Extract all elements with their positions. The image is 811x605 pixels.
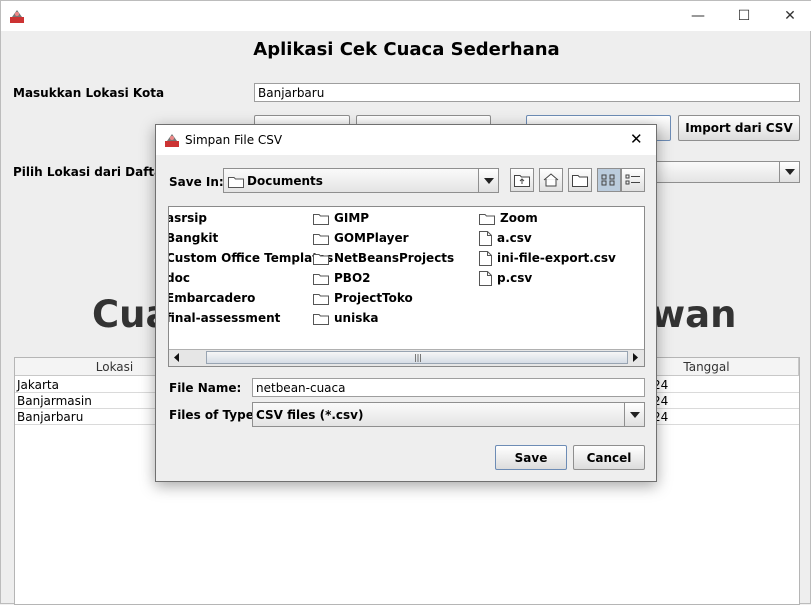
list-item[interactable]: NetBeansProjects bbox=[313, 248, 473, 268]
list-item[interactable]: GOMPlayer bbox=[313, 228, 473, 248]
save-in-value: Documents bbox=[247, 174, 323, 188]
file-name: Bangkit bbox=[168, 231, 219, 245]
scroll-left-icon[interactable] bbox=[171, 352, 182, 363]
cell-lokasi: Jakarta bbox=[17, 378, 59, 392]
file-name: doc bbox=[168, 271, 190, 285]
home-icon[interactable] bbox=[539, 168, 563, 192]
city-label: Masukkan Lokasi Kota bbox=[13, 86, 165, 100]
list-view-icon[interactable] bbox=[597, 168, 621, 192]
file-column-2: GIMP GOMPlayer NetBeansProjects PBO2 Pro… bbox=[313, 208, 473, 328]
file-name: PBO2 bbox=[334, 271, 371, 285]
file-column-3: Zoom a.csv ini-file-export.csv p.csv bbox=[479, 208, 639, 288]
folder-icon bbox=[313, 213, 329, 225]
app-title: Aplikasi Cek Cuaca Sederhana bbox=[253, 39, 560, 60]
horizontal-scrollbar[interactable] bbox=[169, 349, 644, 366]
save-in-dropdown[interactable]: Documents bbox=[223, 168, 499, 193]
import-csv-button[interactable]: Import dari CSV bbox=[678, 115, 800, 141]
scroll-right-icon[interactable] bbox=[630, 352, 641, 363]
file-name: NetBeansProjects bbox=[334, 251, 455, 265]
file-name: Zoom bbox=[500, 211, 538, 225]
list-item[interactable]: final-assessment bbox=[168, 308, 316, 328]
folder-icon bbox=[313, 313, 329, 325]
list-item[interactable]: GIMP bbox=[313, 208, 473, 228]
list-item[interactable]: p.csv bbox=[479, 268, 639, 288]
list-item[interactable]: Bangkit bbox=[168, 228, 316, 248]
dialog-title-bar: Simpan File CSV ✕ bbox=[156, 125, 656, 155]
title-bar: — ☐ ✕ bbox=[1, 1, 811, 31]
file-type-value: CSV files (*.csv) bbox=[256, 408, 364, 422]
maximize-button[interactable]: ☐ bbox=[721, 1, 767, 31]
file-name: asrsip bbox=[168, 211, 208, 225]
file-icon bbox=[479, 270, 492, 286]
cell-lokasi: Banjarbaru bbox=[17, 410, 84, 424]
close-button[interactable]: ✕ bbox=[767, 1, 811, 31]
list-item[interactable]: PBO2 bbox=[313, 268, 473, 288]
folder-icon bbox=[313, 293, 329, 305]
file-list[interactable]: asrsip Bangkit Custom Office Templates d… bbox=[168, 206, 645, 367]
cell-lokasi: Banjarmasin bbox=[17, 394, 92, 408]
file-icon bbox=[479, 250, 492, 266]
save-button[interactable]: Save bbox=[495, 445, 567, 470]
file-name: a.csv bbox=[497, 231, 532, 245]
folder-icon bbox=[313, 253, 329, 265]
file-icon bbox=[479, 230, 492, 246]
folder-icon bbox=[479, 213, 495, 225]
file-name: ProjectToko bbox=[334, 291, 413, 305]
list-item[interactable]: ini-file-export.csv bbox=[479, 248, 639, 268]
file-column-1: asrsip Bangkit Custom Office Templates d… bbox=[168, 208, 333, 328]
cancel-button[interactable]: Cancel bbox=[573, 445, 645, 470]
new-folder-icon[interactable] bbox=[568, 168, 592, 192]
list-item[interactable]: a.csv bbox=[479, 228, 639, 248]
details-view-icon[interactable] bbox=[621, 168, 645, 192]
list-item[interactable]: asrsip bbox=[168, 208, 316, 228]
chevron-down-icon[interactable] bbox=[478, 169, 498, 192]
list-item[interactable]: uniska bbox=[313, 308, 473, 328]
close-icon[interactable]: ✕ bbox=[630, 130, 643, 148]
list-item[interactable]: ProjectToko bbox=[313, 288, 473, 308]
chevron-down-icon[interactable] bbox=[624, 403, 644, 426]
save-csv-dialog: Simpan File CSV ✕ Save In: Documents asr… bbox=[155, 124, 657, 482]
scroll-thumb[interactable] bbox=[206, 351, 628, 364]
city-input[interactable]: Banjarbaru bbox=[254, 83, 800, 102]
file-type-dropdown[interactable]: CSV files (*.csv) bbox=[252, 402, 645, 427]
file-name: Custom Office Templates bbox=[168, 251, 334, 265]
file-name: ini-file-export.csv bbox=[497, 251, 616, 265]
weather-heading-right: wan bbox=[651, 293, 737, 336]
file-name-label: File Name: bbox=[169, 381, 242, 395]
minimize-button[interactable]: — bbox=[675, 1, 721, 31]
java-app-icon bbox=[10, 10, 24, 23]
list-item[interactable]: doc bbox=[168, 268, 316, 288]
folder-icon bbox=[228, 177, 244, 188]
chevron-down-icon[interactable] bbox=[779, 162, 799, 182]
file-name: GIMP bbox=[334, 211, 370, 225]
file-name: GOMPlayer bbox=[334, 231, 409, 245]
folder-icon bbox=[313, 233, 329, 245]
file-name: uniska bbox=[334, 311, 379, 325]
java-app-icon bbox=[165, 134, 179, 147]
list-item[interactable]: Zoom bbox=[479, 208, 639, 228]
dialog-title: Simpan File CSV bbox=[185, 133, 283, 147]
file-name: p.csv bbox=[497, 271, 533, 285]
list-item[interactable]: Embarcadero bbox=[168, 288, 316, 308]
folder-icon bbox=[313, 273, 329, 285]
file-name-input[interactable]: netbean-cuaca bbox=[252, 378, 645, 397]
up-folder-icon[interactable] bbox=[510, 168, 534, 192]
save-in-label: Save In: bbox=[169, 175, 224, 189]
file-name: Embarcadero bbox=[168, 291, 256, 305]
file-name: final-assessment bbox=[168, 311, 281, 325]
file-type-label: Files of Type: bbox=[169, 408, 259, 422]
list-item[interactable]: Custom Office Templates bbox=[169, 248, 333, 268]
